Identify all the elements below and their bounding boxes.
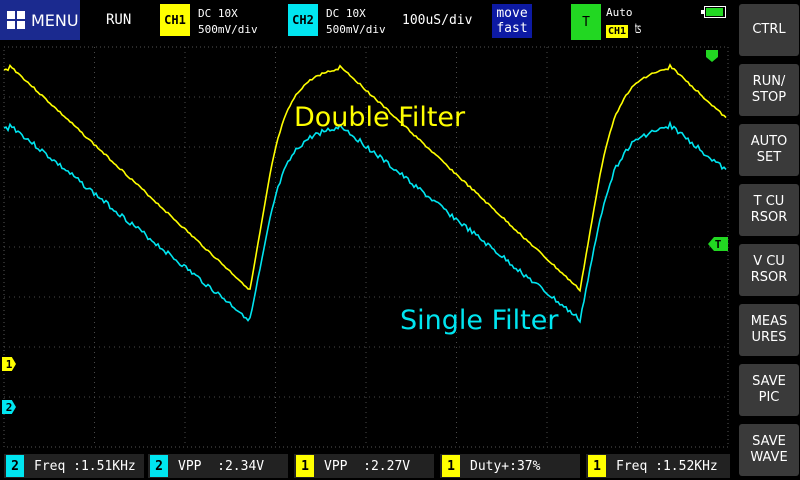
measurement-channel: 2: [150, 455, 168, 477]
ch1-settings[interactable]: DC 10X 500mV/div: [198, 6, 258, 38]
ch2-settings[interactable]: DC 10X 500mV/div: [326, 6, 386, 38]
menu-button[interactable]: MENU: [0, 0, 80, 40]
measurement-value: VPP :2.34V: [178, 458, 265, 474]
measurement-value: VPP :2.27V: [324, 458, 411, 474]
t-cursor-button[interactable]: T CU RSOR: [739, 184, 799, 236]
rising-edge-icon: ʦ: [634, 22, 642, 37]
timebase[interactable]: 100uS/div: [402, 13, 472, 28]
measurement-value: Freq :1.51KHz: [34, 458, 136, 474]
status-bar: MENU RUN CH1 DC 10X 500mV/div CH2 DC 10X…: [0, 0, 736, 42]
measurement-item[interactable]: 1 Freq :1.52KHz: [586, 454, 730, 478]
trigger-mode[interactable]: Auto: [606, 6, 633, 19]
move-mode-line1: move: [496, 6, 528, 21]
measurement-channel: 1: [442, 455, 460, 477]
v-cursor-button[interactable]: V CU RSOR: [739, 244, 799, 296]
measurement-bar: 2 Freq :1.51KHz 2 VPP :2.34V 1 VPP :2.27…: [0, 450, 736, 480]
menu-label: MENU: [31, 10, 79, 30]
move-mode-line2: fast: [496, 21, 528, 36]
ctrl-button[interactable]: CTRL: [739, 4, 799, 56]
battery-icon: [701, 6, 726, 18]
measures-button[interactable]: MEAS URES: [739, 304, 799, 356]
ch1-badge[interactable]: CH1: [160, 4, 190, 36]
trigger-channel: CH1: [606, 25, 629, 38]
measurement-item[interactable]: 1 VPP :2.27V: [294, 454, 434, 478]
double-filter-label: Double Filter: [294, 102, 466, 133]
ch2-scale: 500mV/div: [326, 23, 386, 36]
measurement-item[interactable]: 2 VPP :2.34V: [148, 454, 288, 478]
measurement-item[interactable]: 1 Duty+:37%: [440, 454, 580, 478]
trigger-badge[interactable]: T: [571, 4, 601, 40]
ch2-trace: [3, 120, 727, 324]
measurement-channel: 1: [588, 455, 606, 477]
measurement-value: Freq :1.52KHz: [616, 458, 718, 474]
trigger-position-icon: [706, 50, 718, 62]
run-state[interactable]: RUN: [106, 12, 131, 28]
measurement-value: Duty+:37%: [470, 458, 541, 474]
save-wave-button[interactable]: SAVE WAVE: [739, 424, 799, 476]
run-stop-button[interactable]: RUN/ STOP: [739, 64, 799, 116]
measurement-channel: 1: [296, 455, 314, 477]
ch2-coupling: DC 10X: [326, 7, 366, 20]
save-pic-button[interactable]: SAVE PIC: [739, 364, 799, 416]
single-filter-label: Single Filter: [400, 305, 559, 336]
ch1-scale: 500mV/div: [198, 23, 258, 36]
move-mode-button[interactable]: move fast: [492, 4, 532, 38]
ch1-coupling: DC 10X: [198, 7, 238, 20]
softkey-sidebar: CTRL RUN/ STOP AUTO SET T CU RSOR V CU R…: [736, 0, 800, 480]
ch2-badge[interactable]: CH2: [288, 4, 318, 36]
waveform-display[interactable]: Double Filter Single Filter 1 2 T: [0, 45, 736, 450]
measurement-channel: 2: [6, 455, 24, 477]
auto-set-button[interactable]: AUTO SET: [739, 124, 799, 176]
ch1-trace: [3, 63, 727, 293]
measurement-item[interactable]: 2 Freq :1.51KHz: [4, 454, 144, 478]
grid-icon: [7, 11, 25, 29]
